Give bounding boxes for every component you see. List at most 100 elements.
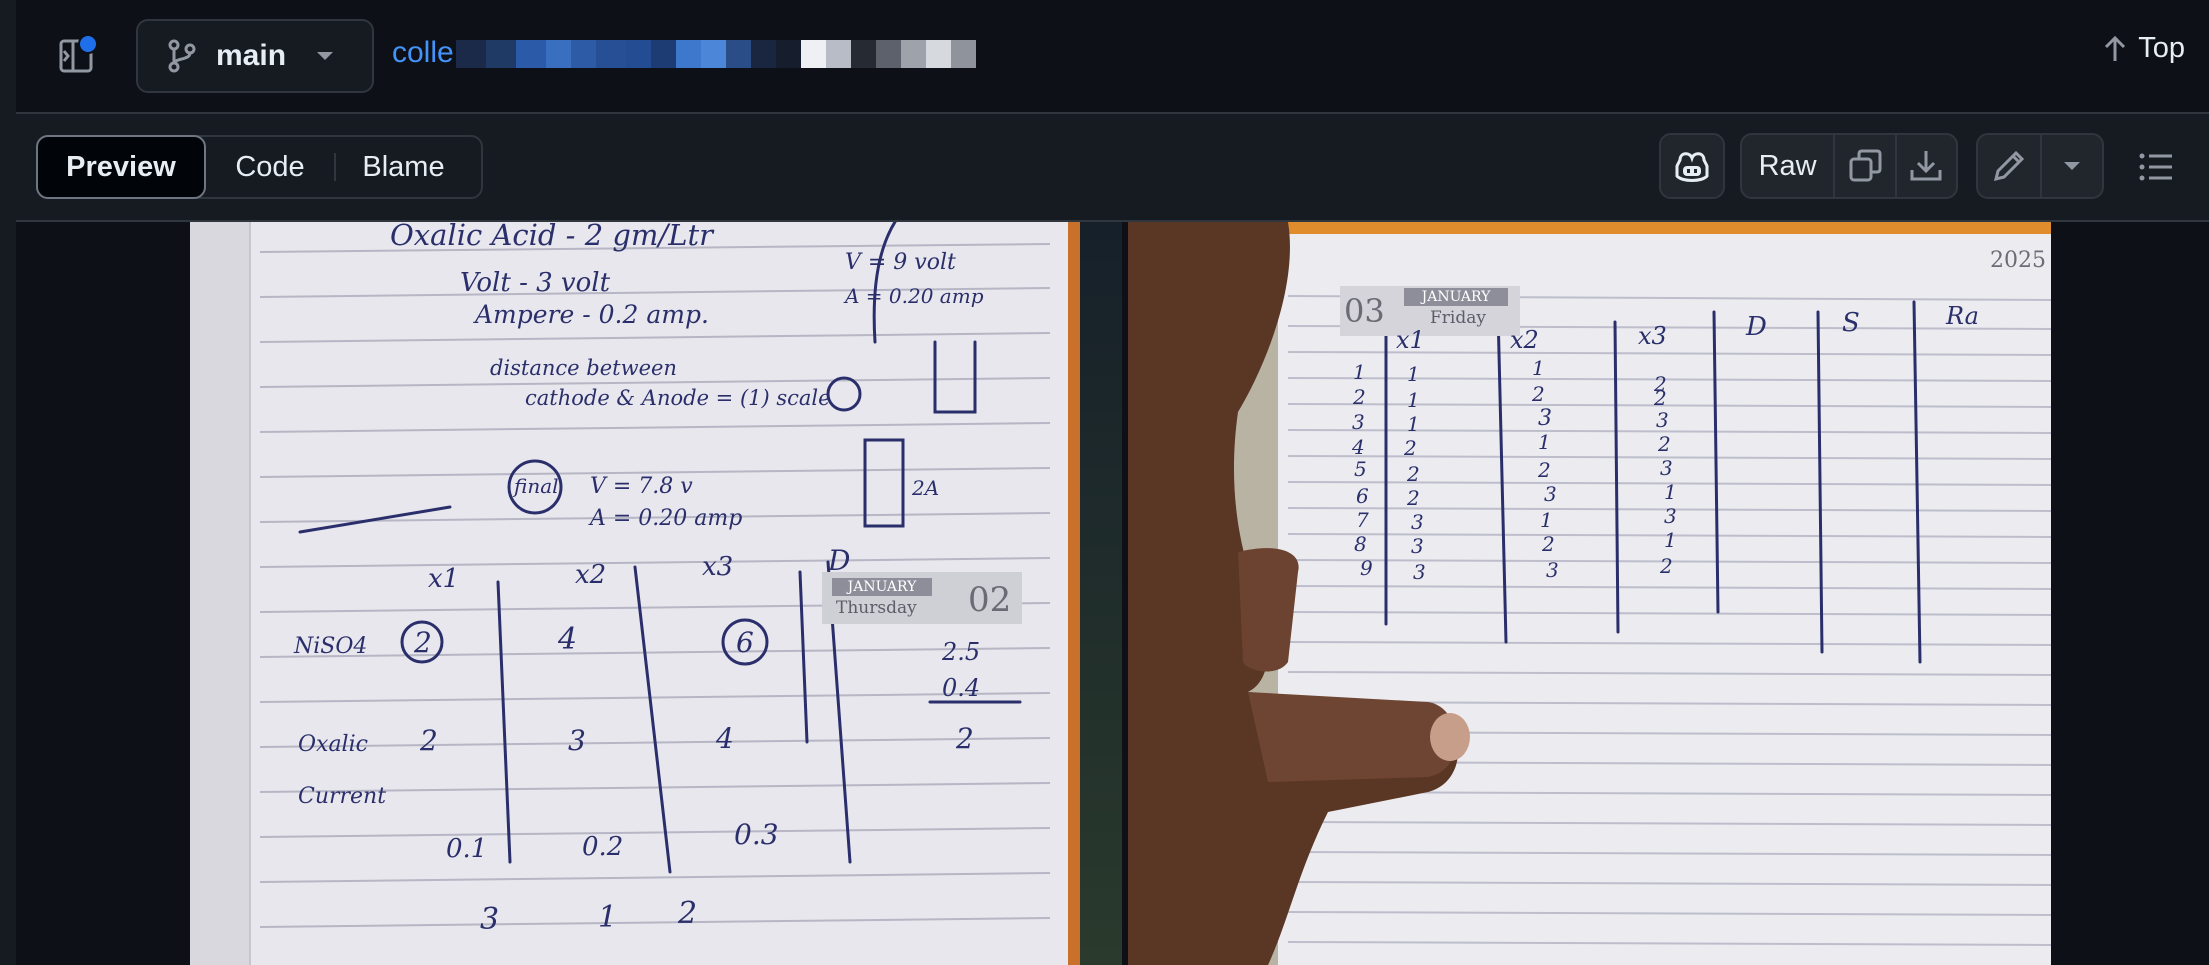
cell-niso4-x2: 4 [558,622,578,657]
tab-code[interactable]: Code [206,135,334,199]
header-x2: x2 [1510,326,1539,354]
branch-selector-button[interactable]: main [136,19,374,93]
table-header-x3: x3 [702,552,734,582]
row-num-7: 7 [1356,508,1369,532]
x2-val-8: 2 [1542,532,1555,556]
x3-val-3: 3 [1656,408,1669,432]
note-line-volt: Volt - 3 volt [460,268,611,298]
edit-menu-button[interactable] [2042,135,2102,197]
row-num-9: 9 [1360,556,1373,580]
note-final: final [514,474,559,498]
row-num-3: 3 [1352,410,1365,434]
cell-oxalic-x1: 2 [420,724,438,757]
notebook-edge [1068,222,1080,965]
row-num-6: 6 [1356,484,1369,508]
back-to-top-link[interactable]: Top [2102,32,2185,65]
note-line-cathode: cathode & Anode = (1) scale [525,386,831,410]
x1-val-1: 1 [1407,362,1420,386]
outline-button[interactable] [2132,144,2180,190]
download-icon [1910,151,1942,181]
x3-val-5: 3 [1660,456,1673,480]
tab-preview[interactable]: Preview [36,135,206,199]
sidebar-toggle-button[interactable] [52,30,102,80]
edit-button[interactable] [1978,135,2040,197]
x1-val-8: 3 [1411,534,1424,558]
list-icon [2139,153,2172,181]
x1-val-6: 2 [1407,486,1420,510]
caret-down-icon [317,52,334,60]
row-num-2: 2 [1353,385,1366,409]
x2-val-4: 1 [1538,430,1551,454]
note-line-acid: Oxalic Acid - 2 gm/Ltr [390,222,713,252]
note-line-a020b: A = 0.20 amp [590,506,743,531]
raw-actions-group: Raw [1740,133,1958,199]
x2-val-7: 1 [1540,508,1553,532]
notification-dot [78,34,98,54]
diary-table: x1 x2 x3 D S Ra 1 2 3 4 5 6 7 8 9 1 1 1 … [1128,222,2051,965]
table-header-x2: x2 [575,560,607,590]
x3-val-9: 2 [1660,554,1673,578]
row-label-oxalic: Oxalic [298,732,368,757]
pencil-icon [1993,150,2025,182]
note-2a: 2A [912,476,940,500]
chevron-down-icon [2064,162,2080,170]
cell-current-x3: 0.3 [734,818,779,851]
header-x3: x3 [1638,322,1667,350]
bottom-value-2: 1 [598,900,618,935]
note-line-distance: distance between [490,356,677,380]
x3-val-7: 3 [1664,504,1677,528]
x2-val-5: 2 [1538,458,1551,482]
x2-val-3: 3 [1538,406,1552,431]
cell-niso4-x1: 2 [414,626,432,659]
side-calc-3: 2 [956,722,974,755]
note-line-v78: V = 7.8 v [590,474,693,499]
edit-actions-group [1976,133,2104,199]
side-calc-1: 2.5 [942,638,981,666]
x2-val-1: 1 [1532,356,1545,380]
file-header: main colle Top [16,0,2209,114]
notebook-photo-left: JANUARY Thursday 02 Oxalic Acid - 2 gm/L… [190,222,1122,965]
left-edge-bar [0,0,17,965]
copilot-icon [1675,152,1709,182]
header-x1: x1 [1396,326,1425,354]
branch-name: main [216,39,287,72]
git-branch-icon [168,39,196,73]
raw-button[interactable]: Raw [1742,135,1833,197]
x3-val-6: 1 [1664,480,1677,504]
row-label-current: Current [298,784,387,809]
x3-val-8: 1 [1664,528,1677,552]
diary-photo-right: 2025 03 JANUARY Friday x1 x2 x3 D S Ra 1… [1128,222,2051,965]
x2-val-9: 3 [1546,558,1559,582]
row-label-niso4: NiSO4 [294,634,368,659]
bottom-value-1: 3 [480,902,500,937]
header-s: S [1842,308,1860,338]
x3-val-2: 2 [1654,386,1667,410]
arrow-up-icon [2105,35,2126,61]
table-header-d: D [828,544,851,577]
copy-icon [1849,149,1882,182]
note-line-a020: A = 0.20 amp [845,284,984,308]
row-num-1: 1 [1353,360,1366,384]
cell-oxalic-x3: 4 [716,722,734,755]
x1-val-9: 3 [1413,560,1426,584]
row-num-5: 5 [1354,457,1367,481]
note-line-v9: V = 9 volt [845,250,956,275]
x1-val-5: 2 [1407,462,1420,486]
x3-val-4: 2 [1658,432,1671,456]
row-num-8: 8 [1354,532,1367,556]
copilot-button[interactable] [1659,133,1725,199]
top-label: Top [2138,32,2185,64]
redacted-path [456,40,976,68]
x1-val-3: 1 [1407,412,1420,436]
download-button[interactable] [1897,135,1956,197]
handwriting-left: Oxalic Acid - 2 gm/Ltr Volt - 3 volt Amp… [190,222,1068,965]
x2-val-6: 3 [1544,482,1557,506]
bottom-value-3: 2 [678,896,698,931]
header-ra: Ra [1946,302,1979,330]
header-d: D [1746,312,1767,342]
copy-button[interactable] [1835,135,1894,197]
tab-blame[interactable]: Blame [336,135,471,199]
cell-current-x1: 0.1 [446,834,488,864]
view-mode-switch: Preview Code Blame [36,135,483,199]
file-path-link[interactable]: colle [392,36,454,70]
